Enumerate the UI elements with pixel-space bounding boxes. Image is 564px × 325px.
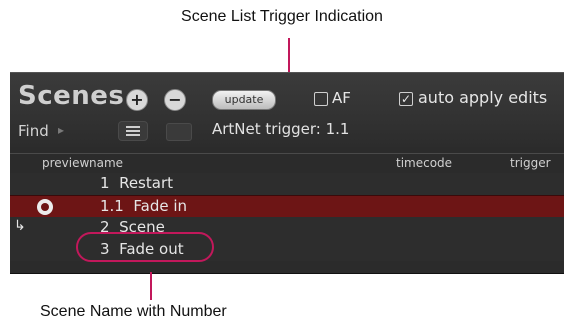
panel-title: Scenes [18, 81, 125, 111]
auto-apply-checkbox[interactable]: ✓ [399, 92, 413, 106]
af-label: AF [332, 89, 351, 107]
update-button[interactable]: update [212, 90, 276, 110]
record-icon[interactable] [37, 199, 53, 215]
scene-table-header: preview name timecode trigger [10, 153, 564, 172]
scene-row-selected[interactable]: 1.1 Fade in [10, 195, 564, 219]
disabled-toolbar-button[interactable] [166, 123, 192, 141]
scenes-toolbar: Scenes + − update AF ✓ auto apply edits … [10, 73, 564, 147]
af-checkbox[interactable] [314, 92, 328, 106]
find-disclosure-icon[interactable]: ▸ [58, 123, 64, 137]
callout-scene-list-trigger-indication: Scene List Trigger Indication [181, 8, 383, 25]
list-icon [126, 126, 140, 136]
callout-scene-name-with-number: Scene Name with Number [40, 303, 227, 320]
column-header-trigger[interactable]: trigger [510, 156, 551, 170]
scene-name-highlight-oval [76, 232, 214, 262]
column-header-timecode[interactable]: timecode [396, 156, 452, 170]
check-mark-icon: ✓ [400, 92, 412, 106]
artnet-trigger-label: ArtNet trigger: 1.1 [212, 120, 350, 138]
find-button[interactable]: Find [18, 122, 49, 140]
auto-apply-label: auto apply edits [418, 88, 548, 107]
add-icon: + [130, 90, 144, 109]
scene-name: 1.1 Fade in [100, 197, 188, 215]
follow-arrow-icon: ↳ [14, 218, 26, 234]
scene-name: 1 Restart [100, 174, 173, 192]
remove-scene-button[interactable]: − [164, 89, 186, 111]
scene-row[interactable]: 1 Restart [10, 173, 564, 195]
remove-icon: − [168, 90, 182, 109]
callout-leader-line-bottom [150, 272, 152, 300]
add-scene-button[interactable]: + [126, 89, 148, 111]
column-header-name[interactable]: name [89, 156, 123, 170]
list-menu-button[interactable] [118, 121, 148, 141]
column-header-preview[interactable]: preview [42, 156, 89, 170]
